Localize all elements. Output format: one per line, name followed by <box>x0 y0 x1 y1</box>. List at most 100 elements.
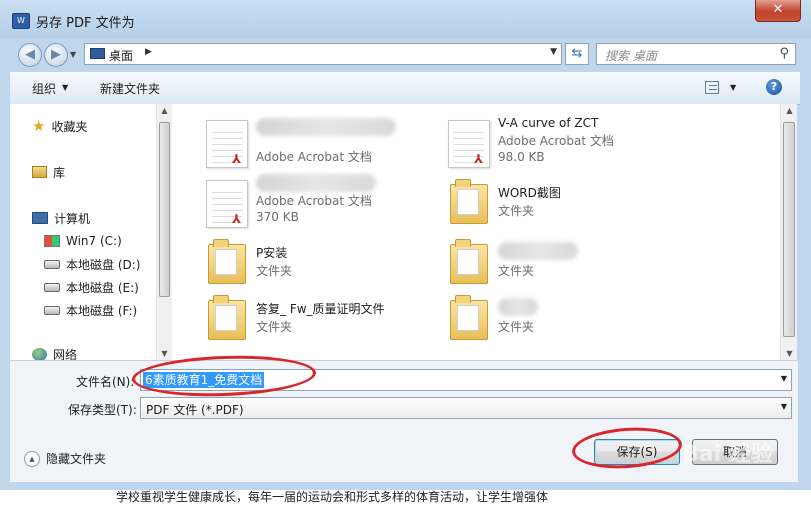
folder-type: 文件夹 <box>256 320 293 334</box>
nav-label: 计算机 <box>54 211 91 226</box>
nav-drive-f[interactable]: 本地磁盘 (F:) <box>44 300 137 320</box>
nav-computer[interactable]: 计算机 <box>32 208 90 228</box>
blurred-name <box>256 174 376 192</box>
file-list: ⅄ Adobe Acrobat 文档 ⅄ V-A curve of ZCT Ad… <box>172 104 780 360</box>
page-caption-text: 学校重视学生健康成长，每年一届的运动会和形式多样的体育活动，让学生增强体 <box>116 490 549 504</box>
arrow-left-icon: ◀ <box>25 47 35 62</box>
search-box[interactable]: 搜索 桌面 ⚲ <box>596 43 796 65</box>
view-dropdown-icon[interactable]: ▼ <box>730 83 736 92</box>
baidu-watermark: Bai 经验 <box>682 442 773 467</box>
nav-drive-e[interactable]: 本地磁盘 (E:) <box>44 277 139 297</box>
refresh-icon: ⇆ <box>571 46 583 61</box>
folder-name: P安装 <box>256 246 288 260</box>
file-item[interactable]: ⅄ V-A curve of ZCT Adobe Acrobat 文档 98.0… <box>424 112 674 168</box>
windows-drive-icon <box>44 235 60 247</box>
folder-icon <box>450 179 488 224</box>
organize-button[interactable]: 组织 <box>32 80 56 97</box>
pdf-icon: ⅄ <box>232 212 242 226</box>
address-dropdown-icon[interactable]: ▼ <box>550 47 557 57</box>
nav-scrollbar[interactable]: ▲ ▼ <box>156 104 172 360</box>
file-type: Adobe Acrobat 文档 <box>256 150 372 164</box>
forward-button[interactable]: ▶ <box>44 43 68 67</box>
help-icon[interactable]: ? <box>766 79 782 95</box>
blurred-name <box>256 118 396 136</box>
hide-folders-button[interactable]: ▲ 隐藏文件夹 <box>24 450 106 467</box>
scroll-up-icon[interactable]: ▲ <box>781 106 798 115</box>
save-type-select[interactable]: PDF 文件 (*.PDF) ▼ <box>140 397 792 419</box>
search-icon[interactable]: ⚲ <box>779 46 789 61</box>
organize-dropdown-icon[interactable]: ▼ <box>62 83 68 92</box>
file-item[interactable]: ⅄ Adobe Acrobat 文档 370 KB <box>182 172 432 228</box>
collapse-up-icon: ▲ <box>24 450 40 467</box>
save-type-dropdown-icon[interactable]: ▼ <box>781 402 787 411</box>
back-button[interactable]: ◀ <box>18 43 42 67</box>
folder-type: 文件夹 <box>256 264 293 278</box>
pdf-thumbnail <box>206 180 248 228</box>
refresh-button[interactable]: ⇆ <box>565 43 589 65</box>
folder-item[interactable]: P安装 文件夹 <box>182 232 432 286</box>
breadcrumb-arrow-icon[interactable]: ▶ <box>145 47 152 57</box>
window-title: 另存 PDF 文件为 <box>36 16 135 31</box>
folder-item[interactable]: 文件夹 <box>424 288 674 342</box>
file-type: Adobe Acrobat 文档 <box>498 134 614 148</box>
blurred-name <box>498 298 538 316</box>
library-icon <box>32 166 47 178</box>
hide-folders-label: 隐藏文件夹 <box>46 452 107 466</box>
scroll-down-icon[interactable]: ▼ <box>157 349 172 358</box>
computer-icon <box>32 212 48 224</box>
address-bar-row: ◀ ▶ ▼ 桌面 ▶ ▼ ⇆ 搜索 桌面 ⚲ <box>0 38 811 70</box>
pdf-icon: ⅄ <box>232 152 242 166</box>
folder-type: 文件夹 <box>498 204 535 218</box>
folder-item[interactable]: WORD截图 文件夹 <box>424 172 674 226</box>
nav-libraries[interactable]: 库 <box>32 162 65 182</box>
blurred-name <box>498 242 578 260</box>
file-list-scroll-thumb[interactable] <box>783 122 795 337</box>
file-name: V-A curve of ZCT <box>498 116 599 130</box>
folder-icon <box>208 239 246 284</box>
network-globe-icon <box>32 347 47 360</box>
command-toolbar: 组织 ▼ 新建文件夹 ▼ ? <box>10 72 800 105</box>
title-bar: W 另存 PDF 文件为 ✕ <box>0 0 811 38</box>
nav-label: Win7 (C:) <box>66 234 122 248</box>
star-icon: ★ <box>32 117 46 135</box>
view-options-icon[interactable] <box>705 81 719 94</box>
disk-drive-icon <box>44 305 60 315</box>
search-input[interactable]: 搜索 桌面 <box>605 47 657 64</box>
file-list-scrollbar[interactable]: ▲ ▼ <box>780 104 797 360</box>
folder-item[interactable]: 答复_ Fw_质量证明文件 文件夹 <box>182 288 432 342</box>
nav-network[interactable]: 网络 <box>32 344 77 360</box>
nav-label: 本地磁盘 (E:) <box>66 280 139 295</box>
folder-name: WORD截图 <box>498 186 561 200</box>
save-type-value: PDF 文件 (*.PDF) <box>146 403 244 417</box>
folder-icon <box>450 239 488 284</box>
folder-name: 答复_ Fw_质量证明文件 <box>256 302 385 316</box>
folder-item[interactable]: 文件夹 <box>424 232 674 286</box>
nav-drive-c[interactable]: Win7 (C:) <box>44 231 122 251</box>
pdf-thumbnail <box>448 120 490 168</box>
nav-label: 网络 <box>53 347 78 361</box>
nav-label: 库 <box>53 165 66 180</box>
scroll-down-icon[interactable]: ▼ <box>781 349 798 358</box>
scroll-up-icon[interactable]: ▲ <box>157 106 172 115</box>
disk-drive-icon <box>44 259 60 269</box>
file-item[interactable]: ⅄ Adobe Acrobat 文档 <box>182 112 432 168</box>
folder-icon <box>208 295 246 340</box>
nav-favorites[interactable]: ★ 收藏夹 <box>32 116 87 136</box>
word-app-icon: W <box>12 13 30 29</box>
address-bar[interactable]: 桌面 ▶ ▼ <box>84 43 562 65</box>
history-dropdown-icon[interactable]: ▼ <box>70 50 76 59</box>
folder-type: 文件夹 <box>498 264 535 278</box>
nav-label: 收藏夹 <box>51 119 88 134</box>
new-folder-button[interactable]: 新建文件夹 <box>100 80 160 97</box>
pdf-icon: ⅄ <box>474 152 484 166</box>
nav-scroll-thumb[interactable] <box>159 122 170 297</box>
navigation-pane: ★ 收藏夹 库 计算机 Win7 (C:) 本地磁盘 (D:) 本地磁盘 (E:… <box>10 104 171 360</box>
save-dialog: W 另存 PDF 文件为 ✕ ◀ ▶ ▼ 桌面 ▶ ▼ ⇆ 搜索 桌面 ⚲ 组织… <box>0 0 811 490</box>
nav-label: 本地磁盘 (D:) <box>66 257 141 272</box>
filename-dropdown-icon[interactable]: ▼ <box>781 374 787 383</box>
close-button[interactable]: ✕ <box>755 0 801 22</box>
nav-drive-d[interactable]: 本地磁盘 (D:) <box>44 254 140 274</box>
address-location[interactable]: 桌面 <box>109 47 133 64</box>
filename-label: 文件名(N): <box>76 375 135 389</box>
save-fields: 文件名(N): 6素质教育1_免费文档 ▼ 保存类型(T): PDF 文件 (*… <box>10 360 798 433</box>
